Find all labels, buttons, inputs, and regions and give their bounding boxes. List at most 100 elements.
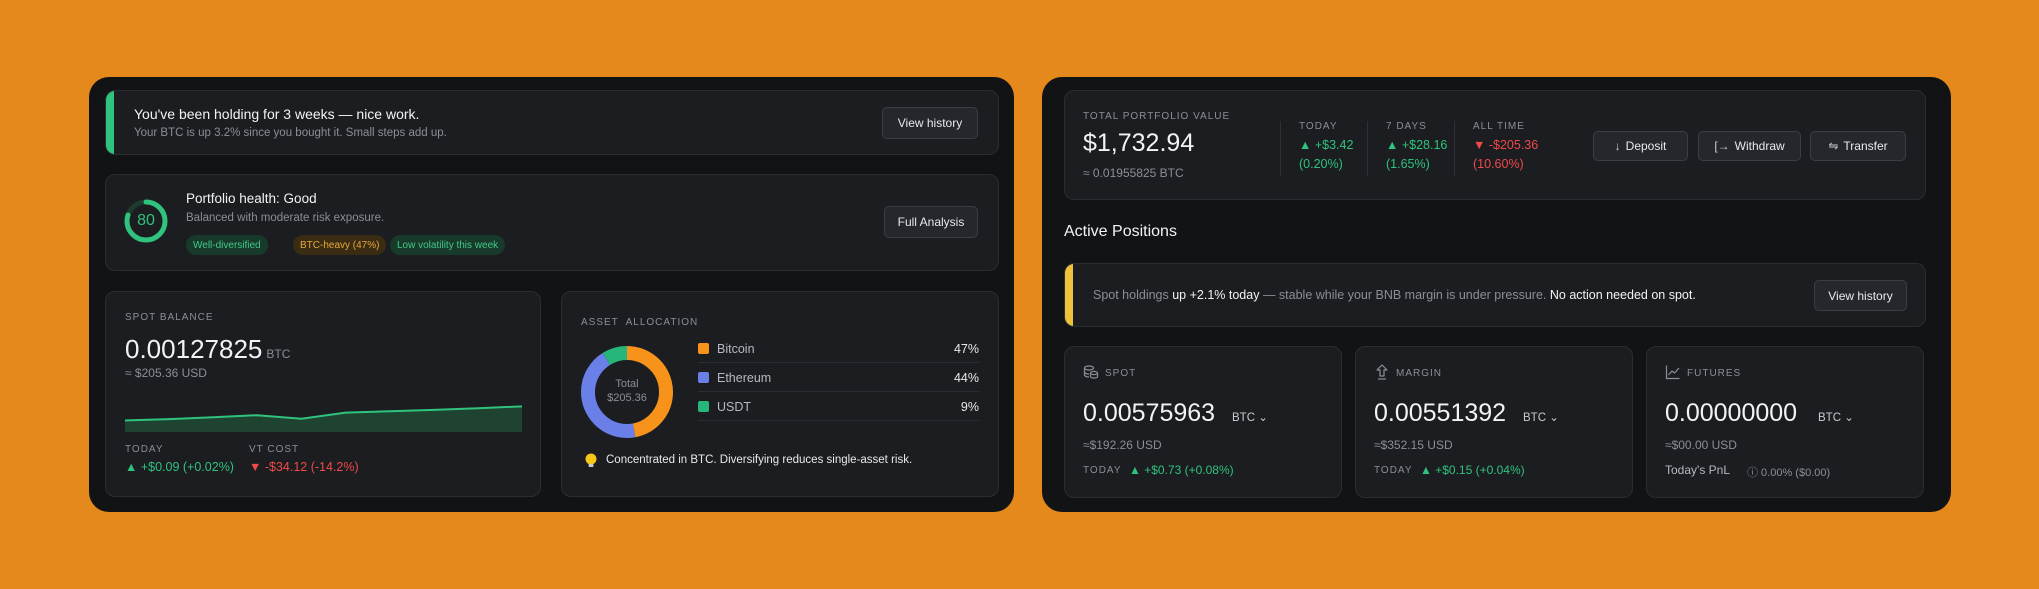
banner-accent-bar bbox=[1065, 264, 1073, 326]
stat-change: ▲ +$28.16 bbox=[1386, 138, 1448, 152]
position-value: 0.00000000 bbox=[1665, 399, 1798, 427]
position-usd: ≈$00.00 USD bbox=[1665, 438, 1737, 452]
position-value: 0.00551392 bbox=[1374, 399, 1507, 427]
position-label: FUTURES bbox=[1687, 368, 1742, 379]
legend-name: Bitcoin bbox=[717, 341, 755, 356]
ethereum-swatch bbox=[698, 372, 709, 383]
spot-cost-value: ▼ -$34.12 (-14.2%) bbox=[249, 460, 359, 474]
trend-chart-icon bbox=[1665, 365, 1680, 380]
pnl-value: ⓘ 0.00% ($0.00) bbox=[1747, 467, 1831, 479]
usdt-swatch bbox=[698, 401, 709, 412]
allocation-label: ASSET ALLOCATION bbox=[581, 317, 699, 328]
tag-low-volatility: Low volatility this week bbox=[390, 235, 506, 255]
stat-percent: (0.20%) bbox=[1299, 157, 1343, 171]
stat-label: ALL TIME bbox=[1473, 121, 1525, 132]
stat-today: TODAY ▲ +$3.42 (0.20%) bbox=[1280, 121, 1353, 176]
withdraw-icon: [→ bbox=[1714, 139, 1730, 153]
stat-percent: (1.65%) bbox=[1386, 157, 1430, 171]
spot-cost-label: VT COST bbox=[249, 444, 300, 455]
legend-row-bitcoin: Bitcoin 47% bbox=[698, 335, 979, 363]
spot-today-value: ▲ +$0.09 (+0.02%) bbox=[125, 460, 234, 474]
stat-all-time: ALL TIME ▼ -$205.36 (10.60%) bbox=[1454, 121, 1538, 176]
position-today-label: TODAY bbox=[1374, 465, 1413, 476]
allocation-total-label: Total bbox=[615, 378, 639, 390]
position-usd: ≈$192.26 USD bbox=[1083, 438, 1162, 452]
holding-subtitle: Your BTC is up 3.2% since you bought it.… bbox=[134, 127, 447, 139]
left-panel: You've been holding for 3 weeks — nice w… bbox=[89, 77, 1014, 512]
transfer-label: Transfer bbox=[1843, 139, 1888, 153]
position-today-value: ▲ +$0.73 (+0.08%) bbox=[1129, 463, 1234, 477]
legend-pct: 44% bbox=[953, 370, 979, 385]
position-card-margin[interactable]: MARGIN 0.00551392 BTC ⌄ ≈$352.15 USD TOD… bbox=[1355, 346, 1633, 498]
legend-pct: 47% bbox=[953, 341, 979, 356]
spot-status-banner: Spot holdings up +2.1% today — stable wh… bbox=[1064, 263, 1926, 327]
spot-balance-usd: ≈ $205.36 USD bbox=[125, 366, 207, 380]
spot-today-label: TODAY bbox=[125, 444, 164, 455]
pnl-label: Today's PnL bbox=[1665, 463, 1730, 477]
asset-allocation-card: ASSET ALLOCATION Total $205.36 Bitcoin 4… bbox=[561, 291, 999, 497]
spot-balance-label: SPOT BALANCE bbox=[125, 312, 214, 323]
health-title: Portfolio health: Good bbox=[186, 191, 317, 206]
banner-highlight: No action needed on spot. bbox=[1549, 288, 1696, 302]
position-card-futures[interactable]: FUTURES 0.00000000 BTC ⌄ ≈$00.00 USD Tod… bbox=[1646, 346, 1924, 498]
full-analysis-button[interactable]: Full Analysis bbox=[884, 206, 978, 238]
position-today-label: TODAY bbox=[1083, 465, 1122, 476]
spot-balance-value: 0.00127825 BTC bbox=[125, 334, 290, 365]
position-today-value: ▲ +$0.15 (+0.04%) bbox=[1420, 463, 1525, 477]
legend-name: Ethereum bbox=[717, 370, 772, 385]
position-usd: ≈$352.15 USD bbox=[1374, 438, 1453, 452]
portfolio-value-label: TOTAL PORTFOLIO VALUE bbox=[1083, 111, 1231, 122]
spot-balance-card: SPOT BALANCE 0.00127825 BTC ≈ $205.36 USD… bbox=[105, 291, 541, 497]
portfolio-value: $1,732.94 bbox=[1083, 129, 1195, 157]
transfer-button[interactable]: ⇋ Transfer bbox=[1810, 131, 1906, 161]
deposit-label: Deposit bbox=[1625, 139, 1667, 153]
withdraw-label: Withdraw bbox=[1734, 139, 1785, 153]
tag-well-diversified: Well-diversified bbox=[186, 235, 268, 255]
currency-select[interactable]: BTC ⌄ bbox=[1523, 410, 1559, 424]
stat-change: ▼ -$205.36 bbox=[1473, 138, 1539, 152]
legend-row-usdt: USDT 9% bbox=[698, 393, 979, 421]
health-subtitle: Balanced with moderate risk exposure. bbox=[186, 212, 385, 224]
right-panel: TOTAL PORTFOLIO VALUE $1,732.94 ≈ 0.0195… bbox=[1042, 77, 1951, 512]
arrow-down-icon: ↓ bbox=[1614, 139, 1621, 153]
stat-change: ▲ +$3.42 bbox=[1299, 138, 1354, 152]
withdraw-button[interactable]: [→ Withdraw bbox=[1698, 131, 1801, 161]
health-score: 80 bbox=[137, 212, 155, 229]
bitcoin-swatch bbox=[698, 343, 709, 354]
allocation-total-value: $205.36 bbox=[607, 392, 647, 404]
spot-balance-sparkline bbox=[125, 405, 522, 432]
holding-banner: You've been holding for 3 weeks — nice w… bbox=[105, 90, 999, 155]
banner-highlight: up +2.1% today bbox=[1172, 288, 1260, 302]
margin-arrow-icon bbox=[1376, 364, 1388, 380]
position-value: 0.00575963 bbox=[1083, 399, 1216, 427]
stat-label: 7 DAYS bbox=[1386, 121, 1427, 132]
spot-balance-amount: 0.00127825 bbox=[125, 334, 263, 364]
coins-icon bbox=[1083, 365, 1099, 379]
holding-title: You've been holding for 3 weeks — nice w… bbox=[134, 106, 420, 122]
portfolio-btc-value: ≈ 0.01955825 BTC bbox=[1083, 166, 1184, 180]
deposit-button[interactable]: ↓ Deposit bbox=[1593, 131, 1688, 161]
active-positions-title: Active Positions bbox=[1064, 223, 1177, 240]
spot-banner-text: Spot holdings up +2.1% today — stable wh… bbox=[1093, 288, 1696, 302]
lightbulb-icon bbox=[585, 453, 597, 467]
position-card-spot[interactable]: SPOT 0.00575963 BTC ⌄ ≈$192.26 USD TODAY… bbox=[1064, 346, 1342, 498]
allocation-tip: Concentrated in BTC. Diversifying reduce… bbox=[606, 454, 913, 466]
legend-row-ethereum: Ethereum 44% bbox=[698, 364, 979, 392]
banner-accent-bar bbox=[106, 91, 114, 154]
portfolio-health-card: 80 Portfolio health: Good Balanced with … bbox=[105, 174, 999, 271]
spot-balance-unit: BTC bbox=[266, 347, 291, 361]
currency-select[interactable]: BTC ⌄ bbox=[1818, 410, 1854, 424]
banner-text-part: Spot holdings bbox=[1093, 288, 1173, 302]
transfer-icon: ⇋ bbox=[1828, 139, 1839, 153]
legend-name: USDT bbox=[717, 399, 752, 414]
position-label: MARGIN bbox=[1396, 368, 1442, 379]
view-history-button[interactable]: View history bbox=[882, 107, 978, 139]
portfolio-summary-card: TOTAL PORTFOLIO VALUE $1,732.94 ≈ 0.0195… bbox=[1064, 90, 1926, 200]
view-history-button[interactable]: View history bbox=[1814, 280, 1907, 311]
currency-select[interactable]: BTC ⌄ bbox=[1232, 410, 1268, 424]
tag-btc-heavy: BTC-heavy (47%) bbox=[293, 235, 387, 255]
legend-pct: 9% bbox=[960, 399, 979, 414]
stat-percent: (10.60%) bbox=[1473, 157, 1524, 171]
position-label: SPOT bbox=[1105, 368, 1137, 379]
banner-text-part: — stable while your BNB margin is under … bbox=[1259, 288, 1550, 302]
